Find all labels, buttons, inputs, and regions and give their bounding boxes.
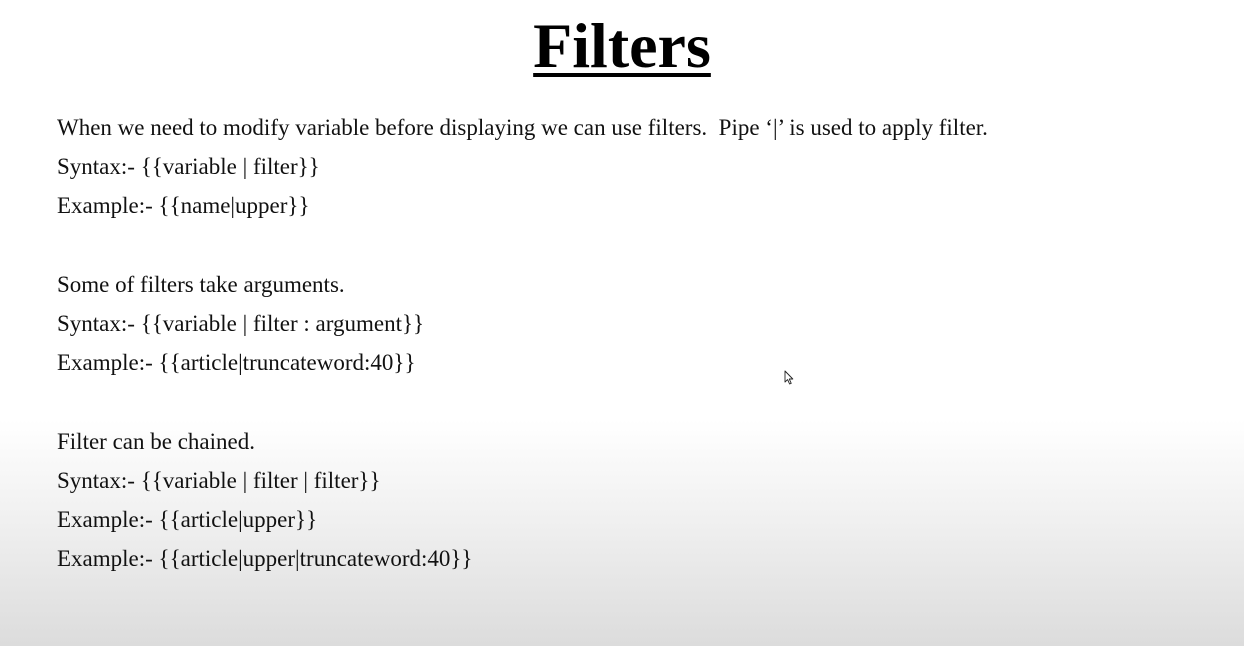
basic-example: Example:- {{name|upper}} xyxy=(57,193,310,219)
chained-example-2: Example:- {{article|upper|truncateword:4… xyxy=(57,546,473,572)
basic-syntax: Syntax:- {{variable | filter}} xyxy=(57,154,320,180)
slide-title: Filters xyxy=(533,10,711,81)
intro-description: When we need to modify variable before d… xyxy=(57,115,988,140)
slide: Filters When we need to modify variable … xyxy=(0,0,1244,646)
chained-syntax: Syntax:- {{variable | filter | filter}} xyxy=(57,467,381,493)
chained-description: Filter can be chained. xyxy=(57,428,255,454)
chained-example-1: Example:- {{article|upper}} xyxy=(57,506,318,532)
slide-body: When we need to modify variable before d… xyxy=(57,108,1207,578)
arguments-description: Some of filters take arguments. xyxy=(57,271,345,297)
arguments-example: Example:- {{article|truncateword:40}} xyxy=(57,350,416,376)
mouse-pointer-icon xyxy=(784,370,794,385)
arguments-syntax: Syntax:- {{variable | filter : argument}… xyxy=(57,310,425,336)
